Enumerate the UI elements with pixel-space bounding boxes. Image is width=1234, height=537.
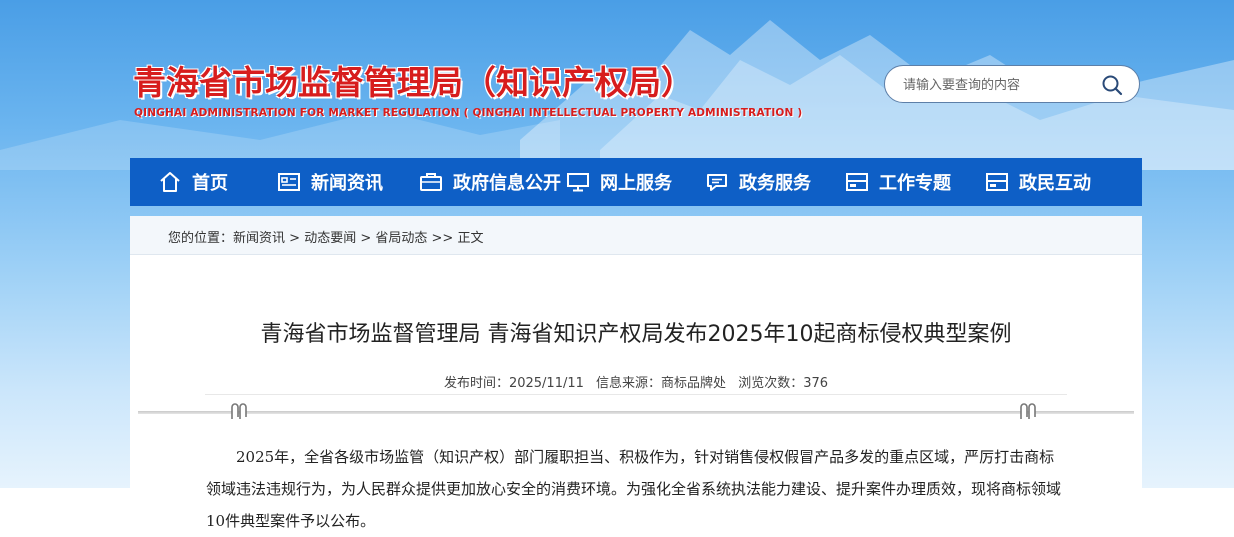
layout-icon: [846, 173, 868, 191]
breadcrumb-bar: 您的位置：新闻资讯 > 动态要闻 > 省局动态 >> 正文: [130, 216, 1142, 255]
breadcrumb: 您的位置：新闻资讯 > 动态要闻 > 省局动态 >> 正文: [168, 227, 483, 246]
search-icon[interactable]: [1101, 74, 1123, 96]
main-nav: 首页 新闻资讯 政府信息公开 网上服务 政务服务 工作专题 政民互动: [130, 158, 1142, 206]
breadcrumb-prefix: 您的位置：: [168, 231, 234, 246]
monitor-icon: [567, 173, 589, 192]
layout-icon: [986, 173, 1008, 191]
binder-clip-icon: [231, 403, 247, 419]
article-body: 2025年，全省各级市场监管（知识产权）部门履职担当、积极作为，针对销售侵权假冒…: [206, 441, 1068, 537]
site-title: 青海省市场监督管理局（知识产权局）: [133, 63, 694, 102]
publish-date: 发布时间：2025/11/11: [444, 376, 584, 391]
info-source-value: 商标品牌处: [661, 376, 727, 391]
breadcrumb-link-bureau[interactable]: 省局动态: [375, 231, 427, 246]
nav-item-online-service[interactable]: 网上服务: [566, 158, 672, 206]
article-meta: 发布时间：2025/11/11 信息来源：商标品牌处 浏览次数：376: [130, 372, 1142, 391]
nav-item-gov-info[interactable]: 政府信息公开: [419, 158, 561, 206]
publish-date-value: 2025/11/11: [508, 376, 584, 391]
nav-label: 网上服务: [600, 173, 672, 194]
chat-icon: [707, 174, 727, 191]
breadcrumb-separator: >: [356, 231, 376, 246]
briefcase-icon: [420, 173, 442, 191]
nav-item-topics[interactable]: 工作专题: [845, 158, 951, 206]
article-paragraph: 2025年，全省各级市场监管（知识产权）部门履职担当、积极作为，针对销售侵权假冒…: [206, 448, 1062, 530]
article-container: 青海省市场监督管理局 青海省知识产权局发布2025年10起商标侵权典型案例 发布…: [130, 255, 1142, 536]
nav-label: 工作专题: [879, 173, 951, 194]
article-divider: [138, 411, 1134, 414]
home-icon: [160, 172, 180, 192]
info-source-label: 信息来源：: [596, 376, 662, 391]
info-source: 信息来源：商标品牌处: [596, 376, 726, 391]
breadcrumb-link-headlines[interactable]: 动态要闻: [304, 231, 356, 246]
news-icon: [278, 173, 300, 191]
nav-item-news[interactable]: 新闻资讯: [277, 158, 383, 206]
breadcrumb-separator: >>: [427, 231, 458, 246]
nav-label: 新闻资讯: [311, 173, 383, 194]
search-input[interactable]: [901, 74, 1095, 96]
nav-label: 首页: [192, 173, 228, 194]
nav-item-gov-service[interactable]: 政务服务: [705, 158, 811, 206]
publish-date-label: 发布时间：: [443, 376, 509, 391]
view-count-label: 浏览次数：: [738, 376, 804, 391]
article-title: 青海省市场监督管理局 青海省知识产权局发布2025年10起商标侵权典型案例: [260, 322, 1012, 347]
meta-divider: [205, 394, 1067, 395]
nav-label: 政府信息公开: [453, 173, 561, 194]
nav-label: 政务服务: [739, 173, 811, 194]
breadcrumb-separator: >: [285, 231, 305, 246]
nav-item-home[interactable]: 首页: [158, 158, 228, 206]
view-count-value: 376: [803, 376, 829, 391]
nav-label: 政民互动: [1019, 173, 1091, 194]
site-subtitle: QINGHAI ADMINISTRATION FOR MARKET REGULA…: [134, 107, 803, 119]
breadcrumb-current: 正文: [457, 231, 484, 246]
view-count: 浏览次数：376: [738, 376, 828, 391]
search-box: [884, 65, 1140, 103]
binder-clip-icon: [1020, 403, 1036, 419]
breadcrumb-link-news[interactable]: 新闻资讯: [233, 231, 285, 246]
nav-item-interaction[interactable]: 政民互动: [985, 158, 1091, 206]
